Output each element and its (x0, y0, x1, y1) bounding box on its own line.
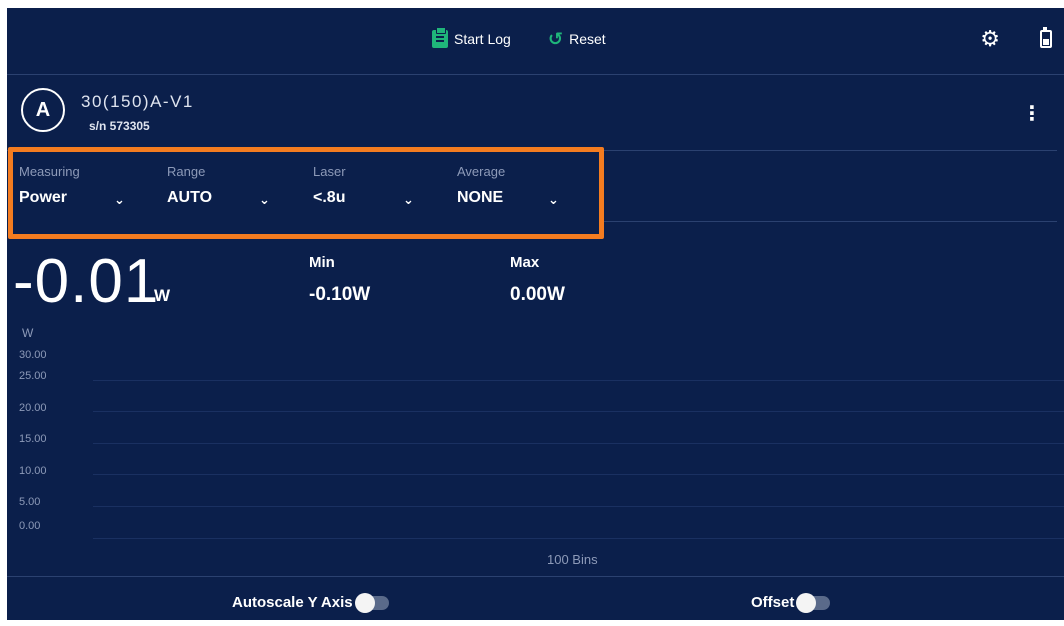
device-model: 30(150)A-V1 (81, 92, 194, 111)
footer-divider (7, 576, 1064, 577)
laser-label: Laser (313, 164, 346, 179)
y-tick-label: 5.00 (19, 496, 41, 508)
power-meter-app: Start Log ↺ Reset ⚙ A 30(150)A-V1 s/n 57… (7, 8, 1064, 620)
y-tick-label: 0.00 (19, 520, 41, 532)
y-tick-label: 20.00 (19, 402, 47, 414)
more-options-icon[interactable]: ⋮ (1022, 104, 1042, 124)
y-tick-label: 25.00 (19, 370, 47, 382)
y-tick-label: 10.00 (19, 465, 47, 477)
clipboard-icon (432, 27, 448, 48)
y-axis-unit: W (22, 326, 34, 340)
offset-label: Offset (751, 594, 795, 611)
offset-switch[interactable] (796, 592, 831, 613)
average-value: NONE (457, 189, 504, 206)
chart-gridline (93, 380, 1064, 381)
top-bar: Start Log ↺ Reset ⚙ (7, 8, 1064, 74)
device-serial: s/n 573305 (89, 119, 150, 133)
range-label: Range (167, 164, 206, 179)
measuring-label: Measuring (19, 164, 80, 179)
max-label: Max (510, 254, 540, 271)
laser-select[interactable]: Laser <.8u (313, 164, 443, 207)
max-value: 0.00W (510, 284, 565, 305)
start-log-label: Start Log (454, 31, 511, 47)
laser-chevron-down-icon[interactable]: ⌄ (403, 192, 414, 208)
selectors-divider (603, 221, 1057, 222)
min-label: Min (309, 254, 335, 271)
average-chevron-down-icon[interactable]: ⌄ (548, 192, 559, 208)
channel-avatar: A (21, 88, 65, 132)
range-select[interactable]: Range AUTO (167, 164, 297, 207)
header-divider (7, 74, 1064, 75)
range-chevron-down-icon[interactable]: ⌄ (259, 192, 270, 208)
chart-gridline (93, 474, 1064, 475)
offset-toggle[interactable]: Offset (751, 592, 831, 613)
chart-gridline (93, 506, 1064, 507)
settings-gear-icon[interactable]: ⚙ (980, 28, 1000, 50)
power-reading: -0.01 (13, 247, 160, 316)
chart-gridline (93, 443, 1064, 444)
average-label: Average (457, 164, 506, 179)
y-tick-label: 30.00 (19, 349, 47, 361)
measuring-select[interactable]: Measuring Power (19, 164, 149, 207)
chart-gridline (93, 411, 1064, 412)
reset-label: Reset (569, 31, 606, 47)
refresh-icon: ↺ (548, 29, 564, 49)
reset-button[interactable]: ↺ Reset (548, 30, 606, 48)
autoscale-switch[interactable] (354, 592, 389, 613)
measuring-chevron-down-icon[interactable]: ⌄ (114, 192, 125, 208)
autoscale-toggle[interactable]: Autoscale Y Axis (232, 592, 389, 613)
autoscale-label: Autoscale Y Axis (232, 594, 353, 611)
chart-gridline (93, 538, 1064, 539)
battery-icon (1040, 27, 1052, 48)
start-log-button[interactable]: Start Log (432, 27, 511, 48)
power-unit: W (154, 286, 171, 305)
y-tick-label: 15.00 (19, 433, 47, 445)
x-axis-label: 100 Bins (547, 552, 598, 567)
average-select[interactable]: Average NONE (457, 164, 587, 207)
min-value: -0.10W (309, 284, 371, 305)
measuring-value: Power (19, 189, 68, 206)
laser-value: <.8u (313, 189, 346, 206)
range-value: AUTO (167, 189, 213, 206)
